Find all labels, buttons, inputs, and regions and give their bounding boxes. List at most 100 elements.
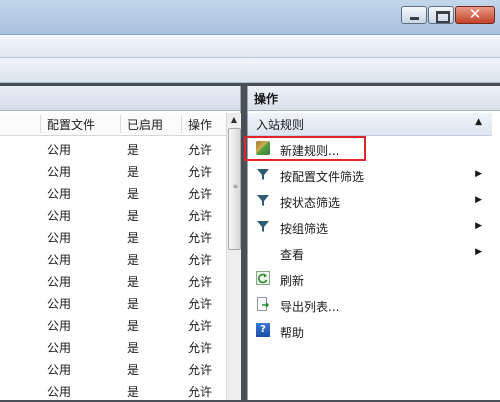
action-label: 导出列表... (280, 300, 340, 314)
action-new-rule[interactable]: 新建规则... (244, 136, 492, 162)
cell-profile: 公用 (47, 165, 72, 179)
collapse-arrow-icon[interactable]: ▲ (475, 117, 482, 127)
grip-icon: ≡ (233, 183, 239, 190)
maximize-icon (436, 11, 450, 23)
cell-action: 允许 (188, 385, 213, 399)
cell-enabled: 是 (127, 187, 140, 201)
cell-action: 允许 (188, 187, 213, 201)
cell-action: 允许 (188, 253, 213, 267)
cell-profile: 公用 (47, 253, 72, 267)
table-row[interactable]: 公用 是 允许 (0, 314, 226, 336)
section-inbound-rules[interactable]: 入站规则 ▲ (248, 113, 492, 136)
action-label: 刷新 (280, 274, 305, 288)
cell-enabled: 是 (127, 341, 140, 355)
rules-pane-title (0, 86, 240, 111)
action-filter-by-group[interactable]: 按组筛选 ▶ (248, 214, 492, 240)
export-icon (257, 297, 270, 311)
cell-enabled: 是 (127, 165, 140, 179)
cell-profile: 公用 (47, 275, 72, 289)
window-controls: ✕ (401, 5, 495, 24)
action-label: 按配置文件筛选 (280, 170, 365, 184)
cell-action: 允许 (188, 209, 213, 223)
cell-profile: 公用 (47, 385, 72, 399)
submenu-arrow-icon: ▶ (475, 247, 482, 257)
cell-action: 允许 (188, 297, 213, 311)
cell-profile: 公用 (47, 319, 72, 333)
maximize-button[interactable] (428, 6, 454, 24)
cell-profile: 公用 (47, 297, 72, 311)
scrollbar-thumb[interactable]: ≡ (228, 128, 241, 250)
column-header-enabled[interactable]: 已启用 (127, 116, 163, 133)
table-body: 公用是允许 公用是允许 公用是允许 公用是允许 公用是允许 公用是允许 公用是允许 公用是允许… (0, 138, 226, 402)
refresh-icon (256, 271, 270, 285)
actions-pane-header: 操作 (248, 86, 500, 111)
table-row[interactable]: 公用 是 允许 (0, 358, 226, 380)
cell-action: 允许 (188, 363, 213, 377)
vertical-scrollbar[interactable]: ▲ ≡ (226, 113, 241, 400)
actions-pane-title: 操作 (254, 92, 279, 106)
help-icon: ? (256, 323, 270, 337)
table-row[interactable]: 公用 是 允许 (0, 226, 226, 248)
cell-enabled: 是 (127, 297, 140, 311)
column-separator[interactable] (181, 115, 182, 133)
action-label: 查看 (280, 248, 305, 262)
cell-enabled: 是 (127, 319, 140, 333)
table-row[interactable]: 公用 是 允许 (0, 336, 226, 358)
close-button[interactable]: ✕ (455, 5, 495, 24)
cell-action: 允许 (188, 231, 213, 245)
column-header-profile[interactable]: 配置文件 (47, 116, 95, 133)
cell-action: 允许 (188, 319, 213, 333)
action-refresh[interactable]: 刷新 (248, 266, 492, 292)
action-label: 按组筛选 (280, 222, 329, 236)
cell-action: 允许 (188, 165, 213, 179)
submenu-arrow-icon: ▶ (475, 169, 482, 179)
actions-list: 新建规则... 按配置文件筛选 ▶ 按状态筛选 ▶ 按组筛选 ▶ 查看 ▶ 刷新… (244, 136, 492, 344)
table-row[interactable]: 公用 是 允许 (0, 380, 226, 402)
table-row[interactable]: 公用 是 允许 (0, 204, 226, 226)
cell-profile: 公用 (47, 341, 72, 355)
minimize-button[interactable] (401, 6, 427, 24)
new-rule-icon (256, 141, 270, 155)
table-row[interactable]: 公用 是 允许 (0, 292, 226, 314)
cell-enabled: 是 (127, 209, 140, 223)
action-filter-by-state[interactable]: 按状态筛选 ▶ (248, 188, 492, 214)
submenu-arrow-icon: ▶ (475, 221, 482, 231)
cell-profile: 公用 (47, 143, 72, 157)
filter-icon (257, 169, 269, 180)
column-separator[interactable] (40, 115, 41, 133)
cell-enabled: 是 (127, 275, 140, 289)
table-row[interactable]: 公用 是 允许 (0, 182, 226, 204)
action-filter-by-profile[interactable]: 按配置文件筛选 ▶ (248, 162, 492, 188)
filter-icon (257, 195, 269, 206)
cell-enabled: 是 (127, 385, 140, 399)
column-separator[interactable] (120, 115, 121, 133)
cell-profile: 公用 (47, 187, 72, 201)
action-export-list[interactable]: 导出列表... (248, 292, 492, 318)
cell-enabled: 是 (127, 363, 140, 377)
toolbar (0, 58, 500, 83)
table-row[interactable]: 公用 是 允许 (0, 160, 226, 182)
table-row[interactable]: 公用 是 允许 (0, 138, 226, 160)
cell-profile: 公用 (47, 209, 72, 223)
cell-profile: 公用 (47, 231, 72, 245)
cell-action: 允许 (188, 275, 213, 289)
table-row[interactable]: 公用 是 允许 (0, 270, 226, 292)
table-header: 配置文件 已启用 操作 (0, 113, 226, 136)
close-icon: ✕ (468, 5, 482, 23)
scroll-up-icon[interactable]: ▲ (227, 113, 241, 127)
actions-pane: 操作 入站规则 ▲ 新建规则... 按配置文件筛选 ▶ 按状态筛选 ▶ 按组筛选… (244, 86, 500, 400)
minimize-icon (410, 17, 419, 20)
cell-enabled: 是 (127, 231, 140, 245)
rules-pane: 配置文件 已启用 操作 公用是允许 公用是允许 公用是允许 公用是允许 公用是允许 公用是… (0, 86, 241, 400)
action-label: 新建规则... (280, 144, 340, 158)
cell-profile: 公用 (47, 363, 72, 377)
column-header-action[interactable]: 操作 (188, 116, 212, 133)
table-row[interactable]: 公用 是 允许 (0, 248, 226, 270)
action-help[interactable]: ? 帮助 (248, 318, 492, 344)
title-bar: ✕ (0, 0, 500, 35)
action-label: 按状态筛选 (280, 196, 341, 210)
cell-enabled: 是 (127, 143, 140, 157)
action-view[interactable]: 查看 ▶ (248, 240, 492, 266)
section-label: 入站规则 (256, 118, 305, 132)
filter-icon (257, 221, 269, 232)
